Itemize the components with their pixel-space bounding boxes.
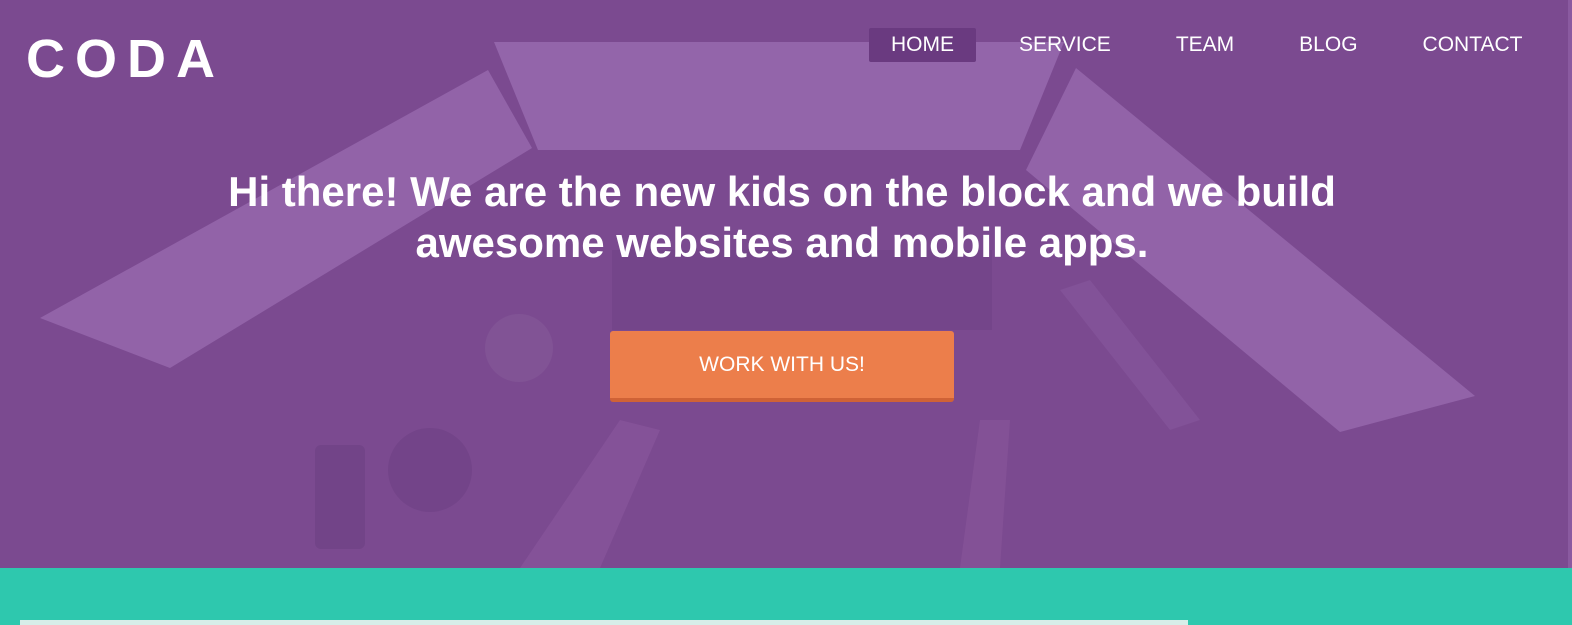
right-bar-shape [1060, 280, 1200, 430]
nav-item-team[interactable]: TEAM [1154, 28, 1256, 62]
hero-section: CODA HOME SERVICE TEAM BLOG CONTACT Hi t… [0, 0, 1572, 568]
main-nav: HOME SERVICE TEAM BLOG CONTACT [869, 28, 1544, 62]
teal-section-band [0, 568, 1572, 625]
work-with-us-button[interactable]: WORK WITH US! [610, 331, 954, 402]
desk-item-shape [315, 445, 365, 549]
hero-headline-line-1: Hi there! We are the new kids on the blo… [228, 168, 1336, 215]
brand-logo[interactable]: CODA [26, 30, 225, 88]
nav-item-blog[interactable]: BLOG [1277, 28, 1379, 62]
headphones-shape [388, 428, 472, 512]
nav-item-contact[interactable]: CONTACT [1401, 28, 1545, 62]
hero-background-image [40, 42, 1475, 568]
teal-section-divider [20, 620, 1188, 625]
hero-headline: Hi there! We are the new kids on the blo… [0, 166, 1564, 268]
right-arm-shape [960, 420, 1010, 568]
left-arm-shape [520, 420, 660, 568]
page: CODA HOME SERVICE TEAM BLOG CONTACT Hi t… [0, 0, 1572, 625]
right-edge-strip [1568, 0, 1572, 568]
mug-shape [485, 314, 553, 382]
nav-item-home[interactable]: HOME [869, 28, 976, 62]
nav-item-service[interactable]: SERVICE [997, 28, 1133, 62]
hero-headline-line-2: awesome websites and mobile apps. [415, 219, 1149, 266]
